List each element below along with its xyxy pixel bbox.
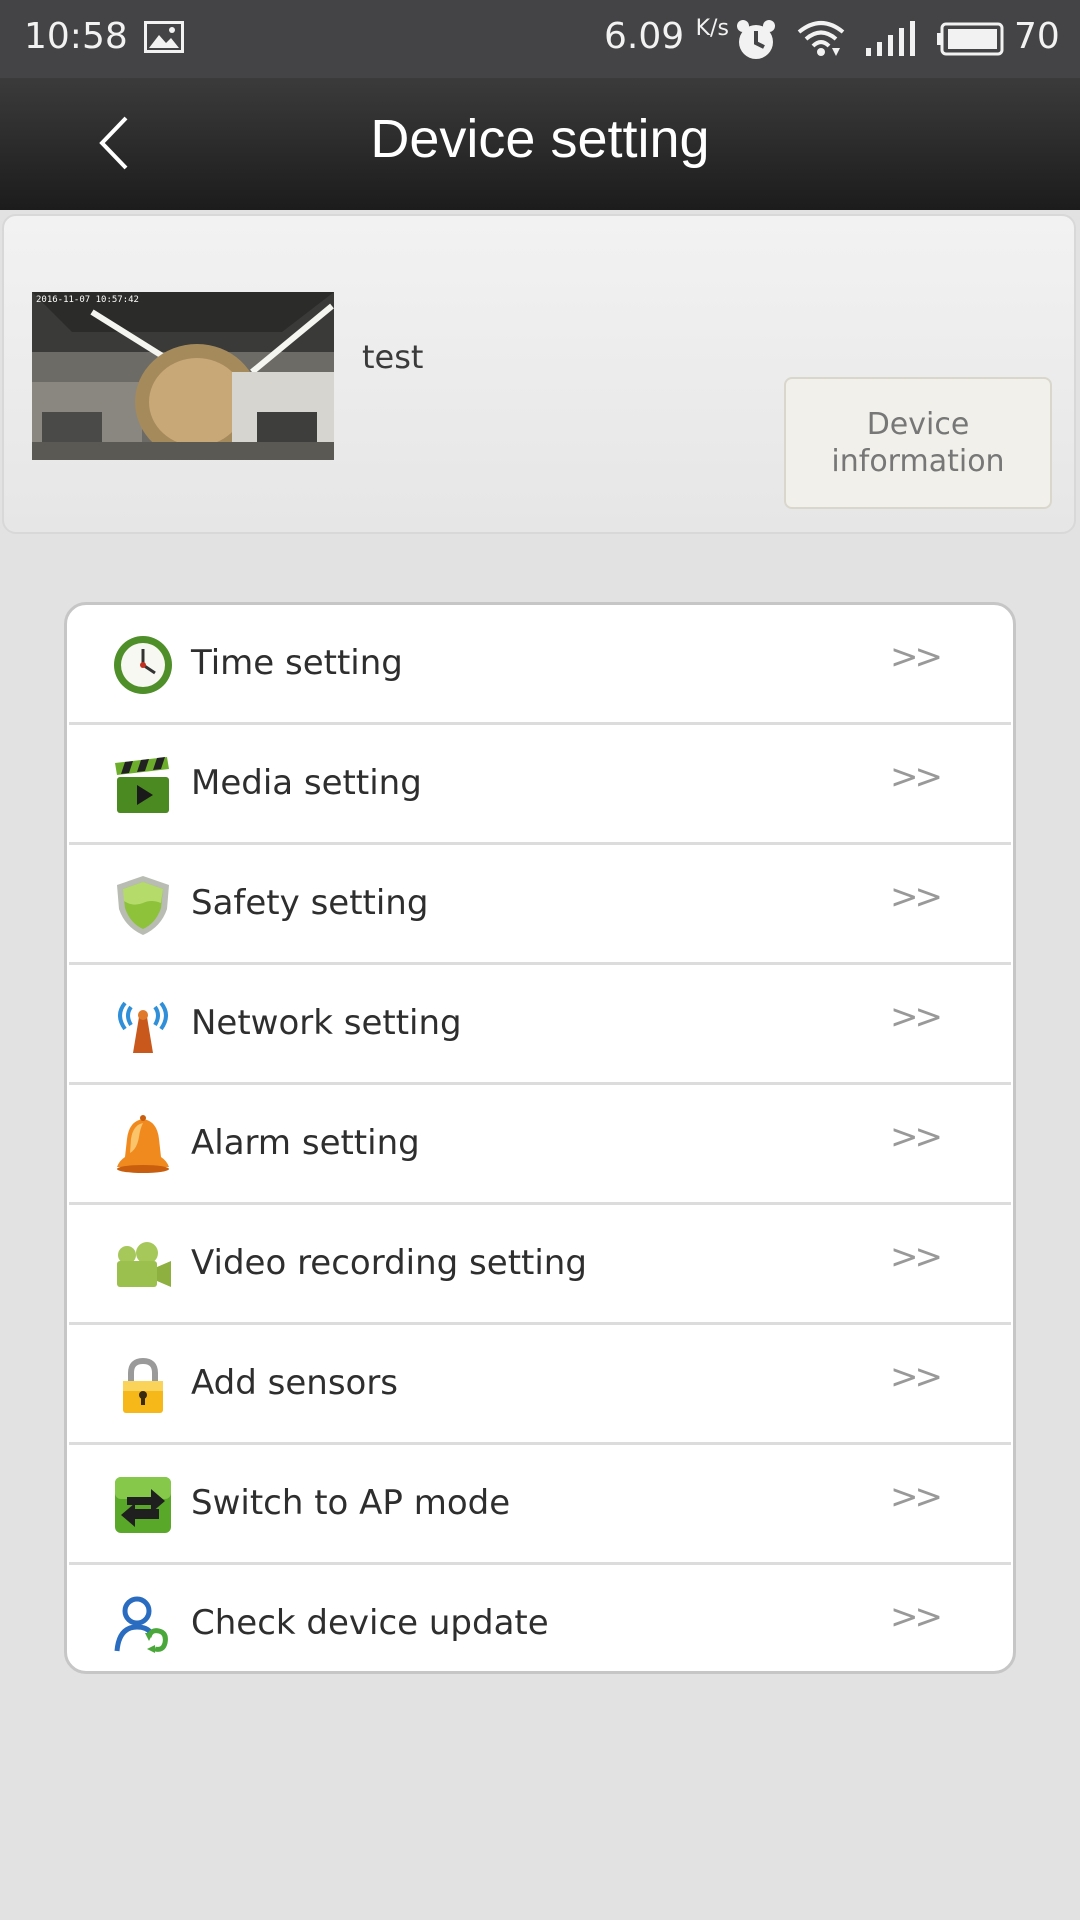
menu-item-check-device-update[interactable]: Check device update >> [69, 1565, 1011, 1671]
shield-icon [117, 876, 169, 935]
device-name: test [362, 338, 424, 376]
chevron-right-icon: >> [890, 997, 943, 1037]
switch-arrows-icon [115, 1477, 171, 1533]
battery-icon [937, 22, 1004, 56]
menu-item-time-setting[interactable]: Time setting >> [69, 605, 1011, 725]
chevron-right-icon: >> [890, 1357, 943, 1397]
device-card: 2016-11-07 10:57:42 test Device informat… [2, 214, 1076, 534]
menu-item-label: Video recording setting [191, 1243, 587, 1283]
menu-item-safety-setting[interactable]: Safety setting >> [69, 845, 1011, 965]
menu-item-label: Add sensors [191, 1363, 399, 1403]
menu-item-label: Network setting [191, 1003, 462, 1043]
thumbnail-timestamp: 2016-11-07 10:57:42 [36, 295, 139, 305]
wifi-icon [797, 21, 845, 56]
status-time: 10:58 [24, 16, 128, 57]
menu-item-label: Safety setting [191, 883, 429, 923]
chevron-right-icon: >> [890, 877, 943, 917]
clock-icon [114, 636, 172, 694]
menu-item-label: Time setting [191, 643, 403, 683]
settings-menu: Time setting >> Media setting >> Safety … [64, 602, 1016, 1674]
video-camera-icon [117, 1242, 171, 1287]
chevron-right-icon: >> [890, 1237, 943, 1277]
menu-item-media-setting[interactable]: Media setting >> [69, 725, 1011, 845]
menu-item-label: Alarm setting [191, 1123, 420, 1163]
user-update-icon [114, 1596, 168, 1653]
signal-icon [866, 21, 915, 56]
menu-item-video-recording-setting[interactable]: Video recording setting >> [69, 1205, 1011, 1325]
menu-item-network-setting[interactable]: Network setting >> [69, 965, 1011, 1085]
menu-item-label: Media setting [191, 763, 422, 803]
camera-thumbnail[interactable]: 2016-11-07 10:57:42 [32, 292, 334, 460]
lock-icon [123, 1357, 163, 1413]
menu-item-switch-to-ap-mode[interactable]: Switch to AP mode >> [69, 1445, 1011, 1565]
chevron-right-icon: >> [890, 637, 943, 677]
menu-item-label: Switch to AP mode [191, 1483, 511, 1523]
title-bar: Device setting [0, 78, 1080, 210]
chevron-right-icon: >> [890, 1117, 943, 1157]
bell-icon [117, 1115, 169, 1173]
menu-item-add-sensors[interactable]: Add sensors >> [69, 1325, 1011, 1445]
antenna-icon [118, 1001, 168, 1053]
image-icon [144, 21, 184, 53]
alarm-clock-icon [737, 20, 775, 59]
chevron-right-icon: >> [890, 757, 943, 797]
clapperboard-icon [115, 757, 169, 813]
device-information-button[interactable]: Device information [784, 377, 1052, 509]
battery-level: 70 [1014, 16, 1060, 57]
chevron-right-icon: >> [890, 1597, 943, 1637]
menu-item-alarm-setting[interactable]: Alarm setting >> [69, 1085, 1011, 1205]
network-speed: 6.09 K/s [604, 16, 729, 57]
status-bar: 10:58 6.09 K/s 70 [0, 0, 1080, 78]
chevron-right-icon: >> [890, 1477, 943, 1517]
page-title: Device setting [370, 109, 710, 169]
menu-item-label: Check device update [191, 1603, 549, 1643]
